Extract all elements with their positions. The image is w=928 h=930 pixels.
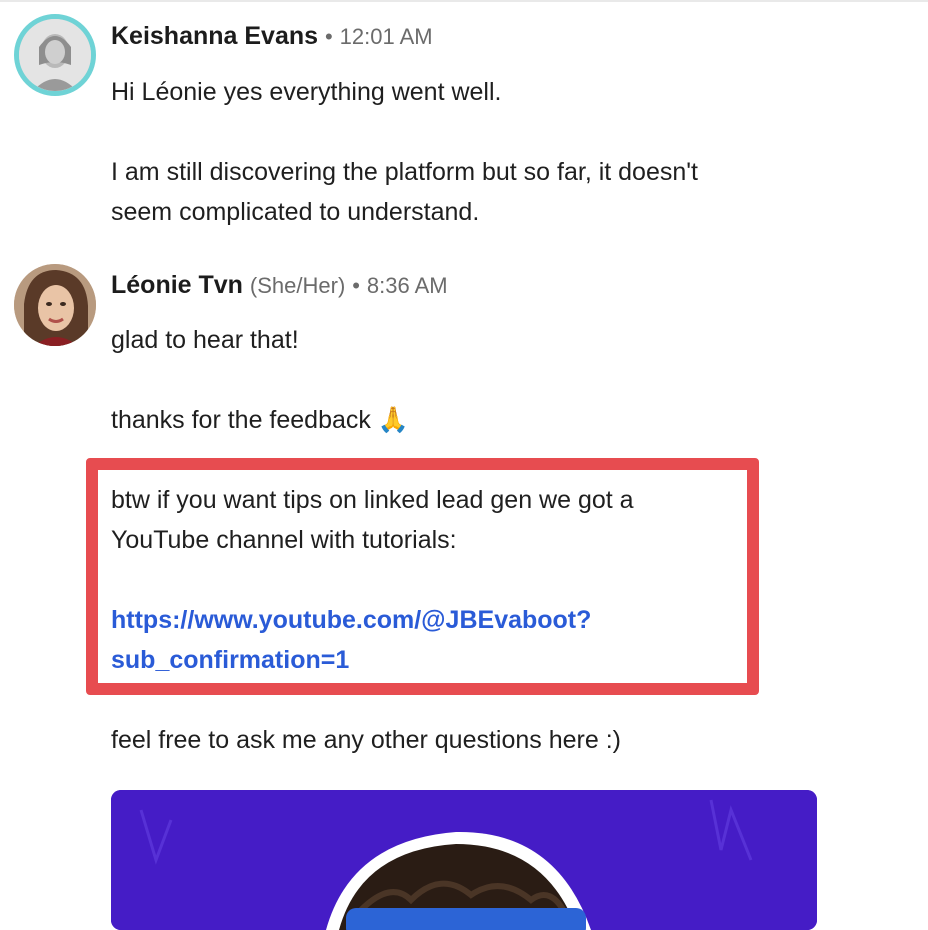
video-thumbnail-image bbox=[111, 790, 817, 930]
message-text: thanks for the feedback 🙏 bbox=[111, 406, 409, 434]
avatar-photo-icon bbox=[14, 264, 96, 346]
avatar-keishanna[interactable] bbox=[14, 14, 96, 96]
link-text[interactable]: sub_confirmation=1 bbox=[111, 646, 349, 674]
message-text: feel free to ask me any other questions … bbox=[111, 726, 621, 754]
message-text: I am still discovering the platform but … bbox=[111, 158, 698, 186]
sender-name[interactable]: Keishanna Evans bbox=[111, 22, 318, 50]
message-text: glad to hear that! bbox=[111, 326, 299, 354]
avatar-leonie[interactable] bbox=[14, 264, 96, 346]
separator-dot: • bbox=[352, 273, 360, 298]
video-preview-card[interactable] bbox=[111, 790, 817, 930]
message-time: 12:01 AM bbox=[339, 24, 433, 49]
message-header: Keishanna Evans • 12:01 AM bbox=[111, 21, 433, 52]
top-divider bbox=[0, 0, 928, 2]
sender-pronouns: (She/Her) bbox=[249, 273, 346, 298]
link-text[interactable]: https://www.youtube.com/@JBEvaboot? bbox=[111, 606, 591, 634]
message-text: YouTube channel with tutorials: bbox=[111, 526, 457, 554]
avatar-photo-icon bbox=[19, 19, 91, 91]
message-text: btw if you want tips on linked lead gen … bbox=[111, 486, 634, 514]
sender-name[interactable]: Léonie Tvn bbox=[111, 271, 243, 299]
message-header: Léonie Tvn (She/Her) • 8:36 AM bbox=[111, 270, 448, 301]
youtube-link-continued[interactable]: sub_confirmation=1 bbox=[111, 640, 349, 680]
separator-dot: • bbox=[324, 24, 333, 49]
message-text: seem complicated to understand. bbox=[111, 198, 480, 226]
youtube-link[interactable]: https://www.youtube.com/@JBEvaboot? bbox=[111, 600, 591, 640]
message-text: Hi Léonie yes everything went well. bbox=[111, 78, 502, 106]
message-time: 8:36 AM bbox=[366, 273, 448, 298]
